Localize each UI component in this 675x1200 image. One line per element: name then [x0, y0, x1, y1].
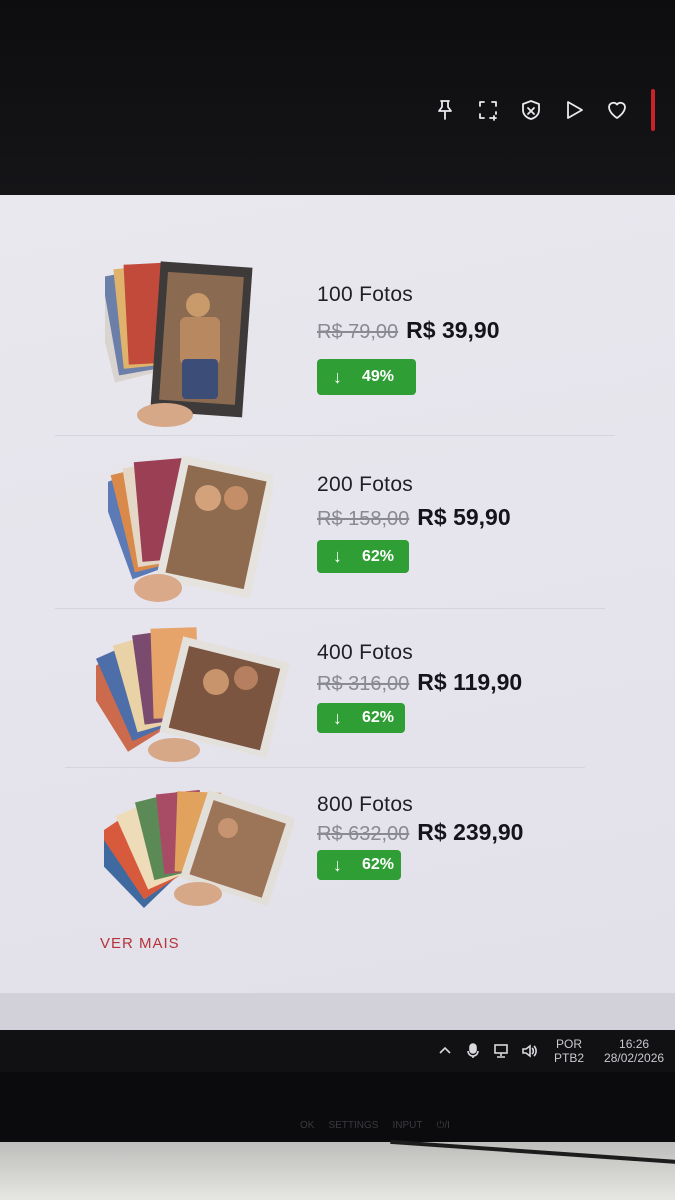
old-price: R$ 632,00 — [317, 823, 410, 845]
microphone-icon[interactable] — [464, 1042, 482, 1060]
discount-badge: ↓ 62% — [317, 703, 405, 733]
product-image[interactable] — [88, 780, 296, 915]
old-price: R$ 158,00 — [317, 508, 410, 530]
discount-value: 62% — [362, 547, 395, 565]
clock-time: 16:26 — [619, 1037, 650, 1051]
monitor-button-labels: OK SETTINGS INPUT ⏻/I — [300, 1120, 450, 1131]
discount-value: 62% — [362, 709, 395, 726]
new-price: R$ 239,90 — [417, 819, 524, 845]
new-price: R$ 39,90 — [406, 317, 500, 343]
price-line: R$ 79,00 R$ 39,90 — [317, 317, 500, 344]
product-name[interactable]: 200 Fotos — [317, 473, 413, 497]
product-name[interactable]: 100 Fotos — [317, 283, 413, 307]
down-arrow-icon: ↓ — [333, 707, 342, 728]
new-price: R$ 119,90 — [417, 669, 523, 695]
product-name[interactable]: 800 Fotos — [317, 793, 413, 817]
product-name[interactable]: 400 Fotos — [317, 641, 413, 665]
product-list: 100 Fotos R$ 79,00 R$ 39,90 ↓ 49% 200 Fo… — [0, 195, 675, 993]
heart-icon[interactable] — [604, 97, 630, 123]
divider — [55, 608, 605, 609]
shield-icon[interactable] — [518, 97, 544, 123]
pin-icon[interactable] — [432, 97, 458, 123]
bezel-label: SETTINGS — [328, 1120, 379, 1131]
browser-toolbar — [0, 0, 675, 195]
discount-value: 62% — [362, 856, 395, 873]
new-price: R$ 59,90 — [417, 504, 511, 530]
play-icon[interactable] — [561, 97, 587, 123]
toolbar-icons — [432, 89, 675, 131]
toolbar-divider — [651, 89, 655, 131]
language-indicator[interactable]: POR PTB2 — [554, 1037, 584, 1065]
clock[interactable]: 16:26 28/02/2026 — [604, 1037, 664, 1065]
bezel-label: OK — [300, 1120, 315, 1131]
discount-badge: ↓ 62% — [317, 850, 401, 880]
price-line: R$ 632,00 R$ 239,90 — [317, 819, 523, 846]
volume-icon[interactable] — [520, 1042, 538, 1060]
down-arrow-icon: ↓ — [333, 366, 342, 387]
old-price: R$ 316,00 — [317, 673, 410, 695]
divider — [65, 767, 585, 768]
down-arrow-icon: ↓ — [333, 854, 342, 875]
old-price: R$ 79,00 — [317, 321, 399, 343]
down-arrow-icon: ↓ — [333, 546, 342, 566]
discount-badge: ↓ 62% — [317, 540, 409, 573]
chevron-up-icon[interactable] — [436, 1042, 454, 1060]
price-line: R$ 316,00 R$ 119,90 — [317, 669, 522, 696]
see-more-link[interactable]: VER MAIS — [100, 935, 180, 952]
product-image[interactable] — [90, 257, 255, 437]
monitor-bezel — [0, 1072, 675, 1142]
clock-date: 28/02/2026 — [604, 1051, 665, 1065]
system-tray: POR PTB2 16:26 28/02/2026 — [436, 1030, 664, 1072]
screen-capture-icon[interactable] — [475, 97, 501, 123]
price-line: R$ 158,00 R$ 59,90 — [317, 504, 511, 531]
discount-value: 49% — [362, 368, 395, 385]
page-footer-band — [0, 993, 675, 1033]
taskbar: POR PTB2 16:26 28/02/2026 — [0, 1030, 675, 1072]
network-icon[interactable] — [492, 1042, 510, 1060]
product-image[interactable] — [98, 450, 277, 610]
discount-badge: ↓ 49% — [317, 359, 416, 395]
keyboard-layout: PTB2 — [554, 1051, 585, 1065]
product-image[interactable] — [80, 620, 291, 770]
bezel-label: ⏻/I — [436, 1120, 450, 1131]
desk-surface — [0, 1142, 675, 1200]
bezel-label: INPUT — [392, 1120, 423, 1131]
divider — [55, 435, 615, 436]
language-code: POR — [556, 1037, 583, 1051]
